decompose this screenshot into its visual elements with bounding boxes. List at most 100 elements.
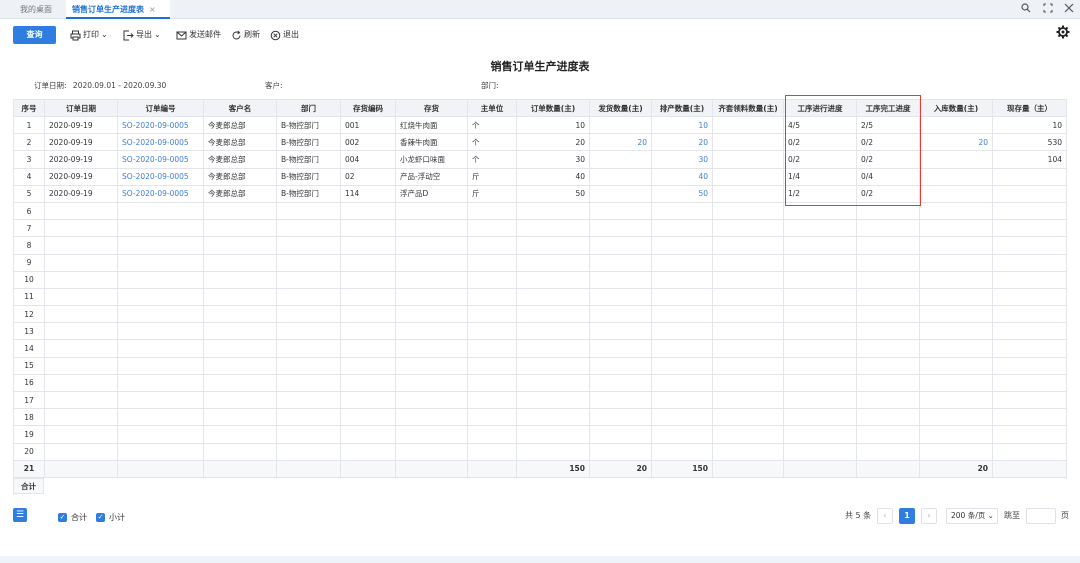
empty-cell bbox=[856, 270, 920, 289]
empty-cell bbox=[589, 425, 652, 444]
empty-cell bbox=[992, 442, 1067, 461]
cell-col-ship-qty[interactable]: 20 bbox=[589, 133, 652, 152]
empty-cell bbox=[516, 219, 590, 238]
header-col-order-date[interactable]: 订单日期 bbox=[44, 99, 118, 117]
header-col-order-qty[interactable]: 订单数量(主) bbox=[516, 99, 590, 117]
export-button[interactable]: 导出 ⌄ bbox=[123, 28, 161, 42]
cell-col-plan-qty[interactable]: 30 bbox=[651, 150, 713, 169]
empty-cell bbox=[203, 287, 277, 307]
table-row[interactable]: 6 bbox=[13, 201, 1067, 221]
header-col-department[interactable]: 部门 bbox=[276, 99, 341, 117]
empty-cell bbox=[712, 322, 784, 341]
current-page-button[interactable]: 1 bbox=[899, 508, 915, 524]
header-col-stock-qty[interactable]: 现存量（主） bbox=[992, 99, 1067, 117]
column-settings-icon[interactable]: ☰ bbox=[13, 508, 27, 522]
table-row[interactable]: 9 bbox=[13, 253, 1067, 272]
cell-col-order-no[interactable]: SO-2020-09-0005 bbox=[117, 115, 204, 135]
cell-col-order-no[interactable]: SO-2020-09-0005 bbox=[117, 167, 204, 186]
table-row[interactable]: 10 bbox=[13, 270, 1067, 289]
cell-col-plan-qty[interactable]: 20 bbox=[651, 133, 713, 152]
header-col-in-qty[interactable]: 入库数量(主) bbox=[919, 99, 993, 117]
query-button[interactable]: 查询 bbox=[13, 26, 56, 44]
tab-sales-order-progress[interactable]: 销售订单生产进度表 × bbox=[66, 0, 170, 19]
send-mail-button[interactable]: 发送邮件 bbox=[176, 28, 221, 42]
table-row[interactable]: 1 2020-09-19 SO-2020-09-0005 今麦郎总部 B-物控部门 001… bbox=[13, 115, 1067, 135]
empty-cell bbox=[516, 322, 590, 341]
page-size-select[interactable]: 200 条/页 ⌄ bbox=[946, 508, 998, 524]
header-col-process-complete[interactable]: 工序完工进度 bbox=[856, 99, 920, 117]
empty-cell bbox=[783, 201, 857, 221]
empty-cell bbox=[516, 305, 590, 324]
cell-col-order-no[interactable]: SO-2020-09-0005 bbox=[117, 133, 204, 152]
table-row[interactable]: 17 bbox=[13, 390, 1067, 410]
empty-cell bbox=[516, 373, 590, 393]
table-row[interactable]: 3 2020-09-19 SO-2020-09-0005 今麦郎总部 B-物控部门 004… bbox=[13, 150, 1067, 169]
empty-cell bbox=[203, 305, 277, 324]
table-row[interactable]: 14 bbox=[13, 339, 1067, 358]
table-row[interactable]: 8 bbox=[13, 236, 1067, 255]
fullscreen-icon[interactable] bbox=[1043, 3, 1053, 16]
empty-cell bbox=[117, 270, 204, 289]
header-col-customer[interactable]: 客户名 bbox=[203, 99, 277, 117]
search-icon[interactable] bbox=[1021, 3, 1031, 16]
empty-cell bbox=[340, 253, 396, 272]
table-row[interactable]: 5 2020-09-19 SO-2020-09-0005 今麦郎总部 B-物控部门 114… bbox=[13, 184, 1067, 203]
page-jump-input[interactable] bbox=[1026, 508, 1056, 524]
empty-cell bbox=[467, 219, 517, 238]
empty-cell bbox=[467, 356, 517, 375]
close-tab-icon[interactable]: × bbox=[149, 5, 156, 14]
empty-cell bbox=[651, 339, 713, 358]
subtotal-checkbox[interactable]: ✓ 小计 bbox=[96, 512, 125, 523]
table-row[interactable]: 12 bbox=[13, 305, 1067, 324]
table-row[interactable]: 19 bbox=[13, 425, 1067, 444]
cell-col-process-complete: 0/2 bbox=[856, 133, 920, 152]
table-row[interactable]: 11 bbox=[13, 287, 1067, 307]
next-page-button[interactable]: › bbox=[921, 508, 937, 524]
empty-cell bbox=[44, 408, 118, 427]
table-row[interactable]: 15 bbox=[13, 356, 1067, 375]
cell-col-order-no[interactable]: SO-2020-09-0005 bbox=[117, 184, 204, 203]
empty-cell bbox=[340, 201, 396, 221]
cell-col-stock-qty: 10 bbox=[992, 115, 1067, 135]
print-button[interactable]: 打印 ⌄ bbox=[70, 28, 108, 42]
sum-checkbox[interactable]: ✓ 合计 bbox=[58, 512, 87, 523]
empty-cell bbox=[117, 322, 204, 341]
cell-col-plan-qty[interactable]: 50 bbox=[651, 184, 713, 203]
table-row[interactable]: 20 bbox=[13, 442, 1067, 461]
header-col-unit[interactable]: 主单位 bbox=[467, 99, 517, 117]
header-col-ship-qty[interactable]: 发货数量(主) bbox=[589, 99, 652, 117]
cell-col-plan-qty[interactable]: 10 bbox=[651, 115, 713, 135]
table-row[interactable]: 2 2020-09-19 SO-2020-09-0005 今麦郎总部 B-物控部门 002… bbox=[13, 133, 1067, 152]
empty-cell bbox=[395, 287, 468, 307]
header-col-plan-qty[interactable]: 排产数量(主) bbox=[651, 99, 713, 117]
close-window-icon[interactable] bbox=[1064, 3, 1074, 16]
table-row[interactable]: 18 bbox=[13, 408, 1067, 427]
header-col-item-code[interactable]: 存货编码 bbox=[340, 99, 396, 117]
table-row[interactable]: 13 bbox=[13, 322, 1067, 341]
cell-col-in-qty[interactable]: 20 bbox=[919, 133, 993, 152]
header-col-process-progress[interactable]: 工序进行进度 bbox=[783, 99, 857, 117]
cell-col-plan-qty[interactable]: 40 bbox=[651, 167, 713, 186]
empty-cell bbox=[467, 459, 517, 478]
cell-col-item: 红烧牛肉面 bbox=[395, 115, 468, 135]
empty-cell bbox=[712, 236, 784, 255]
header-col-kit-qty[interactable]: 齐套领料数量(主) bbox=[712, 99, 784, 117]
empty-cell bbox=[44, 270, 118, 289]
subtotal-label: 小计 bbox=[109, 513, 125, 522]
table-row[interactable]: 16 bbox=[13, 373, 1067, 393]
header-col-order-no[interactable]: 订单编号 bbox=[117, 99, 204, 117]
prev-page-button[interactable]: ‹ bbox=[877, 508, 893, 524]
table-row[interactable]: 7 bbox=[13, 219, 1067, 238]
cell-col-order-qty: 10 bbox=[516, 115, 590, 135]
refresh-button[interactable]: 刷新 bbox=[231, 28, 260, 42]
empty-cell bbox=[276, 339, 341, 358]
empty-cell bbox=[340, 425, 396, 444]
empty-cell bbox=[340, 339, 396, 358]
exit-button[interactable]: 退出 bbox=[270, 28, 299, 42]
cell-col-order-no[interactable]: SO-2020-09-0005 bbox=[117, 150, 204, 169]
header-col-seq[interactable]: 序号 bbox=[13, 99, 45, 117]
gear-icon[interactable] bbox=[1056, 25, 1070, 39]
header-col-item[interactable]: 存货 bbox=[395, 99, 468, 117]
table-row[interactable]: 4 2020-09-19 SO-2020-09-0005 今麦郎总部 B-物控部门 02 产… bbox=[13, 167, 1067, 186]
tab-home[interactable]: 我的桌面 bbox=[14, 0, 58, 19]
